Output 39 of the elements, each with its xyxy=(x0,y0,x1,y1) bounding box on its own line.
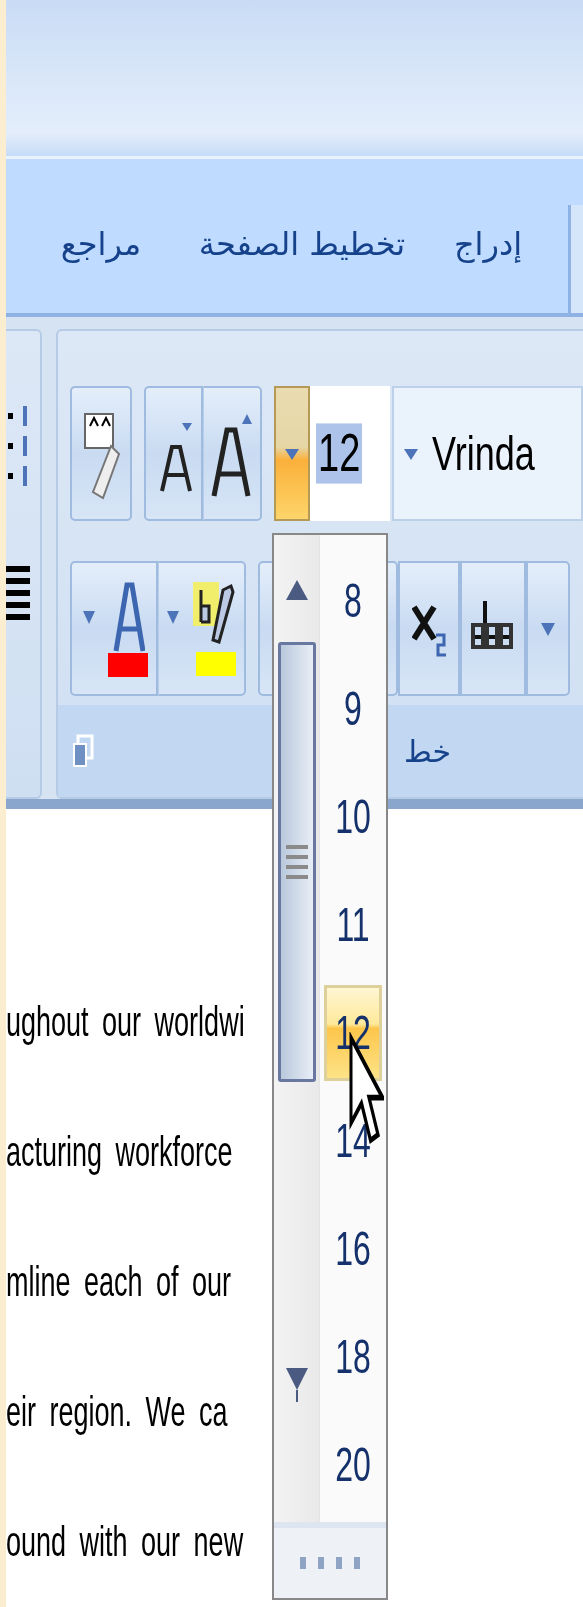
ribbon-tab[interactable]: تخطيط الصفحة xyxy=(191,220,413,268)
document-text: eir region. We ca xyxy=(6,1387,228,1437)
font-name-field[interactable]: Vrinda xyxy=(392,386,583,521)
grow-font-button[interactable] xyxy=(203,386,262,521)
grip-icon xyxy=(285,845,308,879)
document-text: mline each of our xyxy=(6,1257,232,1307)
color-swatch xyxy=(108,652,148,677)
caret-icon xyxy=(83,608,95,625)
group-label: خط xyxy=(404,733,452,769)
list-item[interactable]: 18 xyxy=(324,1303,382,1411)
scroll-down-icon xyxy=(284,1366,309,1402)
list-item[interactable]: 9 xyxy=(324,655,382,763)
list-item[interactable]: 11 xyxy=(324,871,382,979)
dialog-launcher-icon[interactable] xyxy=(72,734,94,768)
clear-formatting-button[interactable] xyxy=(70,386,132,521)
document-text: ound with our new xyxy=(6,1517,244,1567)
letter-a-icon xyxy=(113,580,145,653)
strikethrough-button[interactable] xyxy=(460,561,526,696)
list-item[interactable]: 10 xyxy=(324,763,382,871)
subscript-button[interactable] xyxy=(398,561,460,696)
caret-icon xyxy=(285,446,299,461)
document-text: acturing workforce xyxy=(6,1127,233,1177)
font-size-field[interactable]: 12 xyxy=(310,386,390,521)
document-text: ughout our worldwi xyxy=(6,997,245,1047)
scroll-up-icon xyxy=(284,578,309,602)
list-item[interactable]: 16 xyxy=(324,1195,382,1303)
list-item[interactable]: 20 xyxy=(324,1411,382,1519)
color-swatch xyxy=(195,651,236,676)
shrink-font-button[interactable] xyxy=(144,386,203,521)
list-item[interactable]: 8 xyxy=(324,547,382,655)
font-color-button[interactable] xyxy=(70,561,158,696)
ribbon-tab[interactable]: مراجع xyxy=(53,220,149,268)
scroll-thumb[interactable] xyxy=(277,642,316,1082)
caret-icon xyxy=(166,608,179,625)
resize-grip-icon xyxy=(298,1555,362,1571)
ribbon-tab[interactable]: إدراج xyxy=(446,220,530,268)
caret-icon xyxy=(541,620,555,637)
highlight-button[interactable] xyxy=(158,561,246,696)
caret-icon xyxy=(404,446,418,461)
